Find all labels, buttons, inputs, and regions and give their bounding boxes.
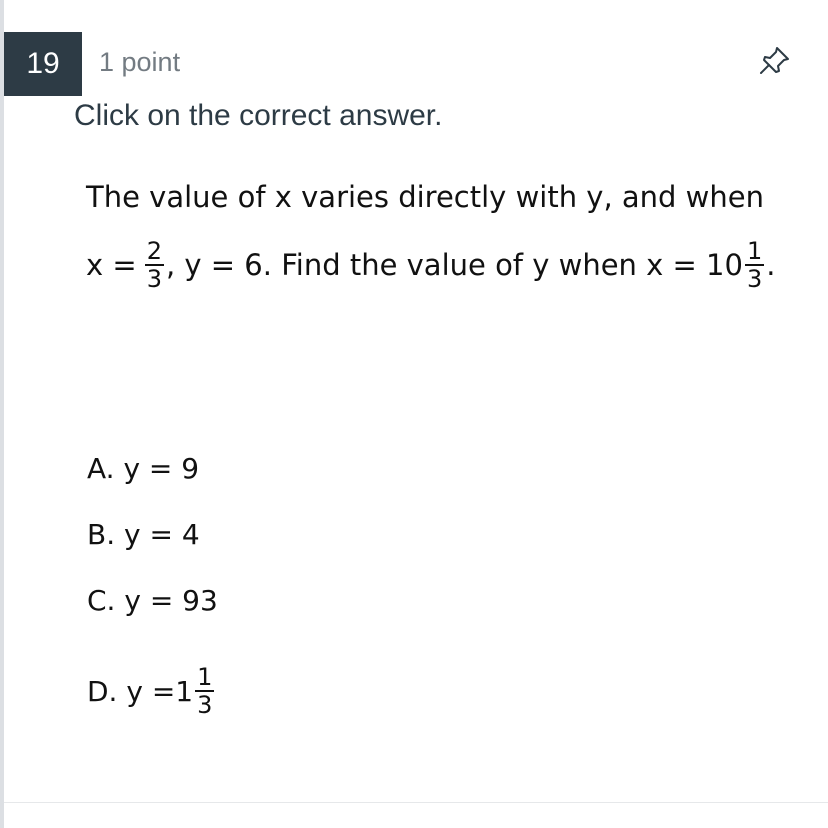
- instruction-text: Click on the correct answer.: [74, 99, 443, 132]
- question-end-text: .: [766, 248, 776, 282]
- fraction-denominator: 3: [197, 691, 213, 719]
- answer-option-b[interactable]: B. y = 4: [87, 518, 200, 551]
- fraction-one-third: 1 3: [744, 237, 765, 293]
- left-border: [0, 0, 4, 828]
- fraction-denominator: 3: [146, 265, 162, 293]
- answer-label: C. y = 93: [87, 584, 218, 617]
- answer-label: B. y = 4: [87, 518, 200, 551]
- question-number-badge: 19: [4, 32, 82, 96]
- answer-option-d[interactable]: D. y =1 1 3: [87, 656, 216, 726]
- question-number: 19: [26, 47, 60, 80]
- fraction-denominator: 3: [746, 265, 763, 293]
- fraction-one-third: 1 3: [195, 663, 215, 719]
- question-points: 1 point: [99, 47, 181, 77]
- answer-option-a[interactable]: A. y = 9: [87, 452, 199, 485]
- question-line-2: x = 2 3 , y = 6. Find the value of y whe…: [86, 230, 775, 300]
- fraction-numerator: 2: [144, 237, 164, 266]
- answer-option-c[interactable]: C. y = 93: [87, 584, 218, 617]
- x-label: x =: [86, 248, 137, 282]
- fraction-numerator: 1: [744, 237, 765, 266]
- answer-label: A. y = 9: [87, 452, 200, 485]
- question-line-1: The value of x varies directly with y, a…: [86, 180, 765, 214]
- answer-label: D. y =1: [87, 674, 194, 708]
- fraction-numerator: 1: [195, 663, 215, 692]
- pin-icon[interactable]: [758, 44, 792, 78]
- fraction-two-thirds: 2 3: [144, 237, 164, 293]
- question-mid-text: , y = 6. Find the value of y when x = 10: [165, 248, 743, 282]
- divider: [4, 802, 828, 803]
